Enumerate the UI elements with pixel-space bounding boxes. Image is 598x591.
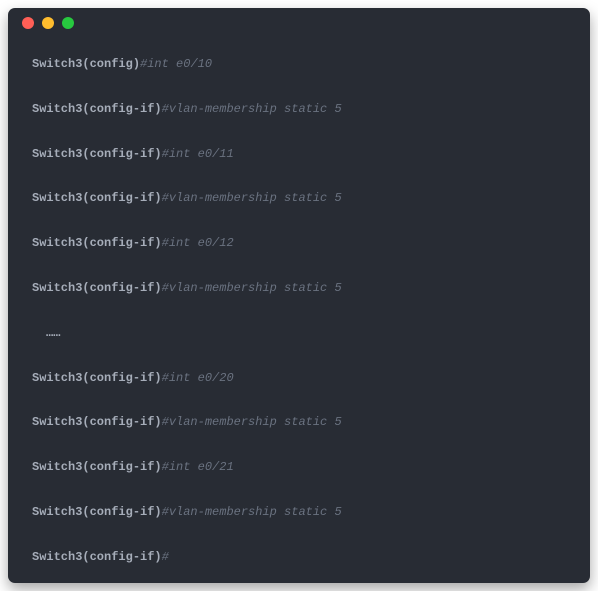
hash: # — [162, 550, 169, 564]
command: vlan-membership static 5 — [169, 191, 342, 205]
hash: # — [162, 102, 169, 116]
terminal-line: Switch3(config-if)#int e0/11 — [32, 146, 566, 163]
prompt: Switch3(config-if) — [32, 281, 162, 295]
hash: # — [162, 460, 169, 474]
prompt: Switch3(config-if) — [32, 102, 162, 116]
terminal-line: Switch3(config-if)#int e0/20 — [32, 370, 566, 387]
maximize-icon[interactable] — [62, 17, 74, 29]
command: vlan-membership static 5 — [169, 281, 342, 295]
terminal-line: Switch3(config-if)# — [32, 549, 566, 566]
terminal-line: Switch3(config-if)#vlan-membership stati… — [32, 190, 566, 207]
ellipsis: …… — [32, 325, 566, 342]
command: vlan-membership static 5 — [169, 102, 342, 116]
prompt: Switch3(config-if) — [32, 147, 162, 161]
command: int e0/10 — [147, 57, 212, 71]
prompt: Switch3(config-if) — [32, 236, 162, 250]
terminal-line: Switch3(config-if)#int e0/21 — [32, 459, 566, 476]
prompt: Switch3(config-if) — [32, 550, 162, 564]
prompt: Switch3(config-if) — [32, 505, 162, 519]
terminal-line: Switch3(config-if)#int e0/12 — [32, 235, 566, 252]
close-icon[interactable] — [22, 17, 34, 29]
command: vlan-membership static 5 — [169, 415, 342, 429]
terminal-line: Switch3(config-if)#vlan-membership stati… — [32, 504, 566, 521]
prompt: Switch3(config-if) — [32, 371, 162, 385]
prompt: Switch3(config-if) — [32, 191, 162, 205]
terminal-line: Switch3(config-if)#vlan-membership stati… — [32, 280, 566, 297]
hash: # — [162, 281, 169, 295]
prompt: Switch3(config) — [32, 57, 140, 71]
hash: # — [162, 505, 169, 519]
terminal-line: Switch3(config-if)#vlan-membership stati… — [32, 414, 566, 431]
prompt: Switch3(config-if) — [32, 460, 162, 474]
hash: # — [162, 147, 169, 161]
prompt: Switch3(config-if) — [32, 415, 162, 429]
minimize-icon[interactable] — [42, 17, 54, 29]
command: int e0/21 — [169, 460, 234, 474]
terminal-window: Switch3(config)#int e0/10 Switch3(config… — [8, 8, 590, 583]
titlebar — [8, 8, 590, 38]
terminal-line: Switch3(config)#int e0/10 — [32, 56, 566, 73]
terminal-body: Switch3(config)#int e0/10 Switch3(config… — [8, 38, 590, 583]
hash: # — [162, 371, 169, 385]
terminal-line: Switch3(config-if)#vlan-membership stati… — [32, 101, 566, 118]
command: vlan-membership static 5 — [169, 505, 342, 519]
hash: # — [162, 415, 169, 429]
hash: # — [162, 236, 169, 250]
hash: # — [162, 191, 169, 205]
command: int e0/20 — [169, 371, 234, 385]
command: int e0/12 — [169, 236, 234, 250]
command: int e0/11 — [169, 147, 234, 161]
